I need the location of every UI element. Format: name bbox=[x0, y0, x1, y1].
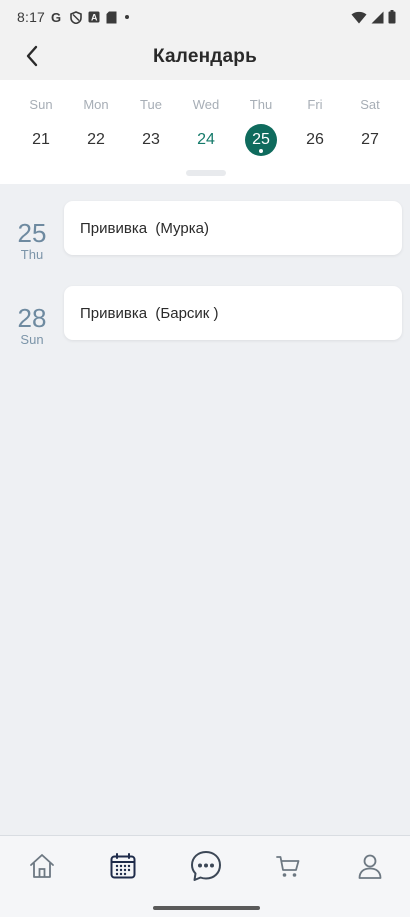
event-row: 28 Sun Прививка (Барсик ) bbox=[0, 286, 410, 347]
event-date-weekday: Sun bbox=[20, 332, 44, 347]
status-bar: 8:17 G A bbox=[0, 0, 410, 34]
google-g-icon: G bbox=[51, 11, 64, 24]
app-header: Календарь bbox=[0, 34, 410, 80]
day-name: Mon bbox=[83, 97, 109, 112]
status-left: 8:17 G A bbox=[17, 9, 131, 25]
day-name: Sat bbox=[360, 97, 380, 112]
day-fri[interactable]: Fri 26 bbox=[287, 80, 343, 170]
day-sun[interactable]: Sun 21 bbox=[13, 80, 69, 170]
event-row: 25 Thu Прививка (Мурка) bbox=[0, 201, 410, 262]
day-sat[interactable]: Sat 27 bbox=[342, 80, 398, 170]
home-indicator[interactable] bbox=[153, 906, 260, 910]
page-title: Календарь bbox=[153, 46, 257, 67]
day-name: Sun bbox=[29, 97, 53, 112]
cart-icon bbox=[274, 852, 302, 880]
back-button[interactable] bbox=[18, 40, 46, 72]
svg-text:A: A bbox=[91, 13, 98, 23]
profile-icon bbox=[356, 852, 384, 880]
day-number: 21 bbox=[32, 131, 50, 148]
home-icon bbox=[28, 852, 56, 880]
day-name: Tue bbox=[140, 97, 162, 112]
dot-icon bbox=[123, 13, 131, 21]
event-date-day: 25 bbox=[17, 218, 47, 248]
day-mon[interactable]: Mon 22 bbox=[68, 80, 124, 170]
week-strip: Sun 21 Mon 22 Tue 23 Wed 24 Thu 25 Fri 2… bbox=[0, 80, 410, 184]
sd-card-icon bbox=[106, 11, 117, 24]
svg-text:G: G bbox=[51, 11, 61, 24]
nav-calendar[interactable] bbox=[98, 848, 148, 884]
status-time: 8:17 bbox=[17, 9, 46, 25]
day-number-today: 24 bbox=[197, 131, 215, 148]
signal-icon bbox=[371, 11, 384, 24]
event-date: 28 Sun bbox=[0, 304, 64, 347]
day-number-selected: 25 bbox=[245, 124, 277, 156]
chevron-left-icon bbox=[25, 45, 39, 67]
status-right bbox=[351, 10, 396, 24]
a-box-icon: A bbox=[88, 11, 100, 23]
nav-profile[interactable] bbox=[345, 848, 395, 884]
day-wed[interactable]: Wed 24 bbox=[178, 80, 234, 170]
day-number: 27 bbox=[361, 131, 379, 148]
event-date-weekday: Thu bbox=[20, 247, 44, 262]
day-name: Fri bbox=[307, 97, 323, 112]
day-thu[interactable]: Thu 25 bbox=[233, 80, 289, 170]
day-number: 22 bbox=[87, 131, 105, 148]
event-card[interactable]: Прививка (Барсик ) bbox=[64, 286, 402, 340]
nav-cart[interactable] bbox=[263, 848, 313, 884]
calendar-screen: 8:17 G A Календарь Sun 21 Mon 22 Tue 23 … bbox=[0, 0, 410, 917]
event-card[interactable]: Прививка (Мурка) bbox=[64, 201, 402, 255]
nav-home[interactable] bbox=[17, 848, 67, 884]
battery-icon bbox=[388, 10, 396, 24]
shield-icon bbox=[70, 10, 82, 24]
bottom-nav bbox=[0, 835, 410, 917]
calendar-icon bbox=[109, 852, 137, 880]
expand-handle[interactable] bbox=[186, 170, 226, 176]
day-number: 23 bbox=[142, 131, 160, 148]
wifi-icon bbox=[351, 11, 367, 24]
event-date: 25 Thu bbox=[0, 219, 64, 262]
day-name: Wed bbox=[192, 97, 220, 112]
chat-icon bbox=[189, 849, 223, 883]
day-name: Thu bbox=[249, 97, 273, 112]
event-date-day: 28 bbox=[17, 303, 47, 333]
day-number: 26 bbox=[306, 131, 324, 148]
day-tue[interactable]: Tue 23 bbox=[123, 80, 179, 170]
nav-chat[interactable] bbox=[181, 848, 231, 884]
